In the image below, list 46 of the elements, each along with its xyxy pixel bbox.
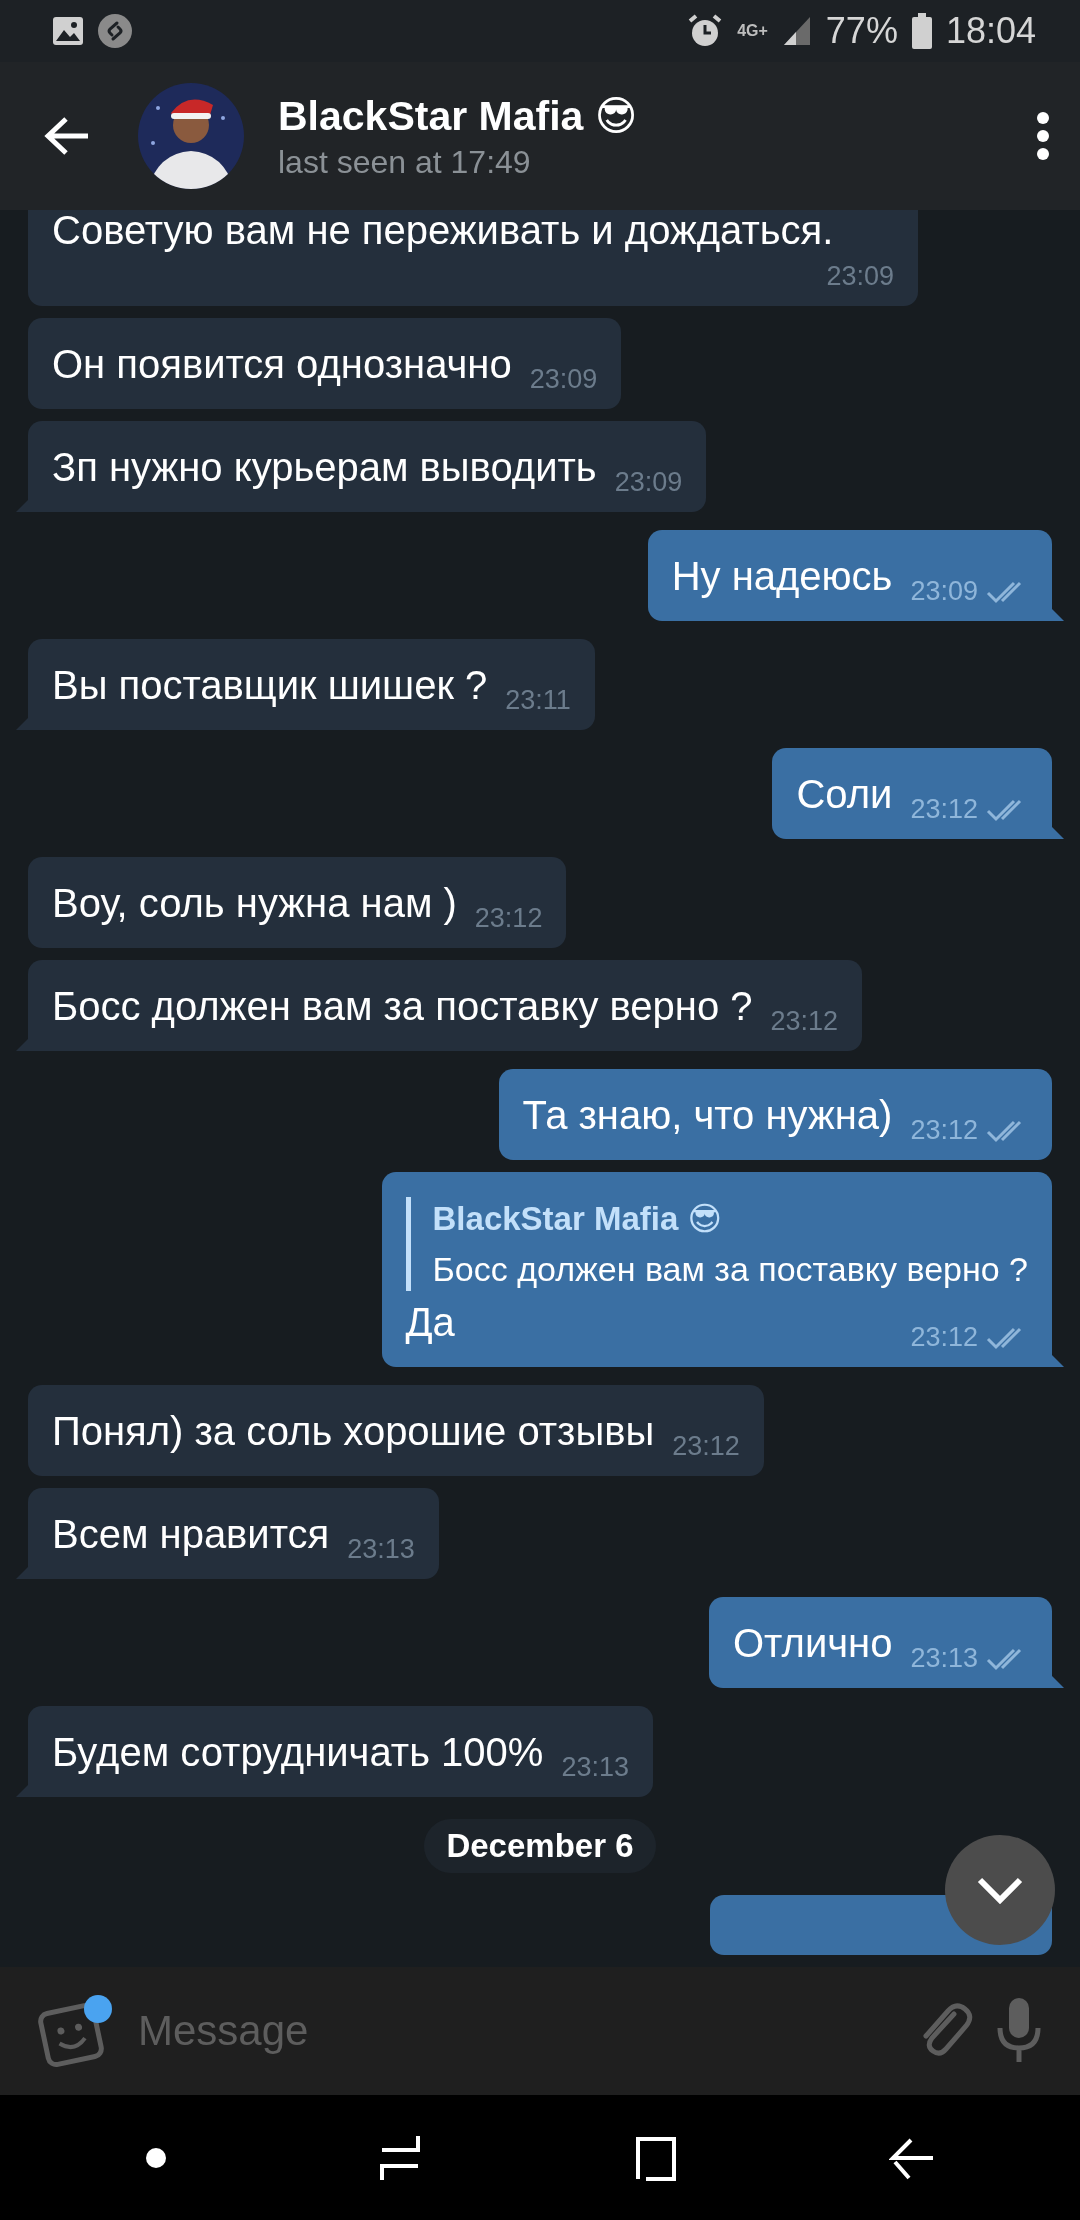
message-time: 23:13 <box>347 1534 415 1565</box>
menu-button[interactable] <box>1036 111 1050 161</box>
message-time: 23:12 <box>910 794 978 825</box>
chevron-down-icon <box>976 1876 1024 1904</box>
network-type: 4G+ <box>737 22 768 40</box>
quote-text: Босс должен вам за поставку верно ? <box>432 1249 1028 1290</box>
last-seen-status: last seen at 17:49 <box>278 143 532 181</box>
clock-time: 18:04 <box>945 10 1036 52</box>
image-icon <box>52 16 84 46</box>
recent-apps-button[interactable] <box>377 2133 422 2182</box>
message-time: 23:11 <box>505 685 571 716</box>
message-time: 23:13 <box>561 1752 629 1783</box>
message-text: Да <box>405 1299 455 1346</box>
battery-icon <box>911 13 932 49</box>
back-button[interactable] <box>44 116 90 156</box>
message-time: 23:12 <box>910 1322 978 1353</box>
message-text: Соли <box>796 771 893 818</box>
message-text: Отлично <box>733 1620 893 1667</box>
message-text: Ну надеюсь <box>671 553 893 600</box>
message-text: Воу, соль нужна нам ) <box>52 880 457 927</box>
message-time: 23:13 <box>910 1643 978 1674</box>
message-time: 23:12 <box>910 1115 978 1146</box>
message-text: Вы поставщик шишек ? <box>52 662 488 709</box>
chat-title: BlackStar Mafia 😎 <box>278 91 639 140</box>
date-separator: December 6 <box>424 1819 656 1873</box>
message-text: Советую вам не переживать и дождаться. <box>52 210 834 254</box>
message-time: 23:09 <box>529 364 598 395</box>
message-time: 23:12 <box>474 903 543 934</box>
nav-dot-button[interactable] <box>145 2146 168 2169</box>
message-text: Та знаю, что нужна) <box>522 1092 893 1139</box>
message-text: Всем нравится <box>52 1511 330 1558</box>
message-text: Понял) за соль хорошие отзывы <box>52 1408 655 1455</box>
message-time: 23:12 <box>672 1431 740 1462</box>
message-text: Босс должен вам за поставку верно ? <box>52 983 753 1030</box>
message-bar[interactable]: Message <box>0 1967 1080 2095</box>
message-text: Он появится однозначно <box>52 341 512 388</box>
message-text: Зп нужно курьерам выводить <box>52 444 597 491</box>
signal-icon <box>781 15 812 47</box>
message-text: Будем сотрудничать 100% <box>52 1729 544 1776</box>
quote-author: BlackStar Mafia 😎 <box>432 1199 723 1239</box>
message-time: 23:12 <box>770 1006 839 1037</box>
alarm-icon <box>687 13 724 49</box>
message-time: 23:09 <box>614 467 683 498</box>
message-time: 23:09 <box>826 261 894 292</box>
battery-percent: 77% <box>825 10 898 52</box>
message-time: 23:09 <box>910 576 978 607</box>
